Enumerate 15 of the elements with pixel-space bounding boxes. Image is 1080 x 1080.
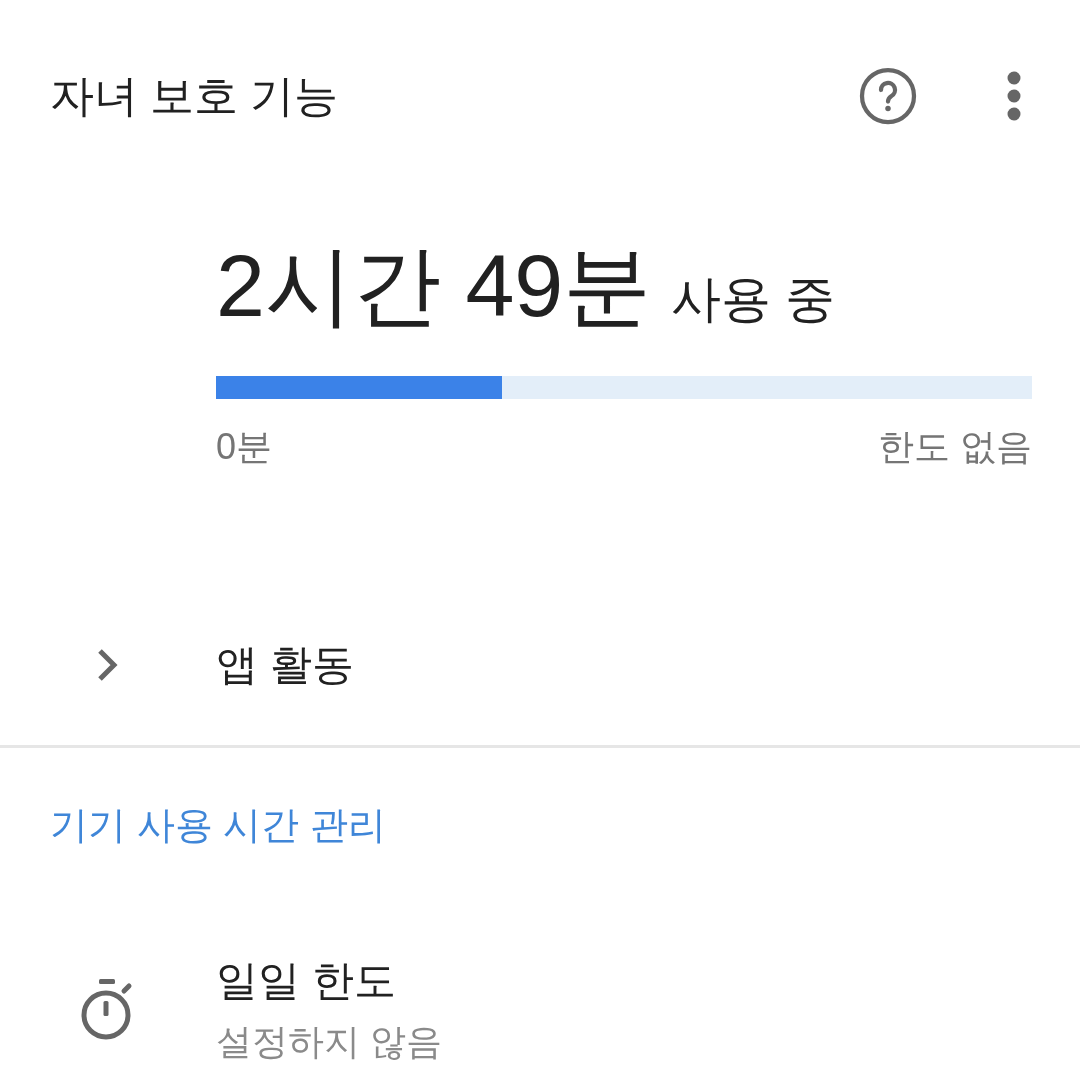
help-button[interactable] bbox=[858, 66, 918, 126]
app-activity-label: 앱 활동 bbox=[216, 644, 354, 686]
usage-status: 사용 중 bbox=[671, 274, 836, 324]
screen-title: 자녀 보호 기능 bbox=[50, 74, 339, 118]
app-activity-row[interactable]: 앱 활동 bbox=[0, 585, 1080, 745]
more-options-button[interactable] bbox=[1006, 70, 1022, 122]
setting-title: 일일 한도 bbox=[216, 960, 397, 1002]
setting-value: 설정하지 않음 bbox=[216, 1024, 442, 1060]
usage-time: 2시간 49분 bbox=[216, 242, 652, 330]
section-header: 기기 사용 시간 관리 bbox=[50, 804, 386, 846]
daily-limit-row[interactable]: 일일 한도 설정하지 않음 bbox=[0, 945, 1080, 1075]
progress-max-label: 한도 없음 bbox=[878, 429, 1032, 465]
more-options-icon bbox=[1006, 70, 1022, 122]
help-icon bbox=[858, 66, 918, 126]
progress-min-label: 0분 bbox=[216, 429, 273, 465]
